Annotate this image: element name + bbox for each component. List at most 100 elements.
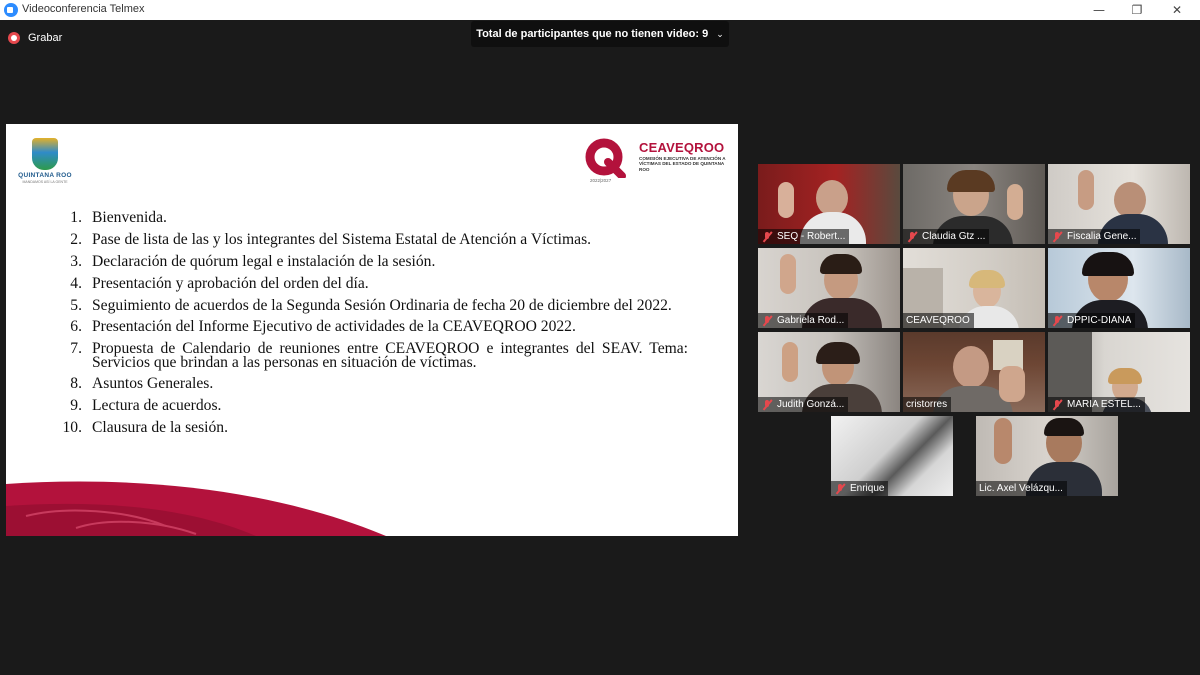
agenda-item-text: Declaración de quórum legal e instalació… [92,253,436,270]
participant-nametag: CEAVEQROO [903,313,974,328]
window-titlebar: Videoconferencia Telmex — ❐ ✕ [0,0,1200,20]
agenda-item: 7. Propuesta de Calendario de reuniones e… [58,340,688,371]
maximize-button[interactable]: ❐ [1122,1,1152,19]
camera-app-icon [4,3,18,17]
participant-hair [969,270,1005,288]
participant-name: Fiscalia Gene... [1067,231,1137,242]
participant-tile[interactable]: Enrique [831,416,953,496]
participant-nametag: SEQ - Robert... [758,229,850,244]
participant-nametag: DPPIC-DIANA [1048,313,1136,328]
agenda-item: 1. Bienvenida. [58,209,688,226]
slide-decorative-swoosh [6,481,386,536]
participant-name: DPPIC-DIANA [1067,315,1132,326]
agenda-item-number: 5. [70,297,82,314]
participant-tile[interactable]: MARIA ESTEL... [1048,332,1190,412]
ceaveqroo-logo-years: 2022|2027 [590,178,612,183]
participant-nametag: Gabriela Rod... [758,313,849,328]
participant-hair [1108,368,1142,384]
agenda-item-number: 10. [62,419,83,436]
chevron-down-icon: ⌄ [716,28,724,39]
participant-tile[interactable]: Claudia Gtz ... [903,164,1045,244]
participant-nametag: Lic. Axel Velázqu... [976,481,1067,496]
agenda-item: 9. Lectura de acuerdos. [58,397,688,414]
agenda-item: 8. Asuntos Generales. [58,375,688,392]
agenda-item-text: Pase de lista de las y los integrantes d… [92,231,592,248]
participant-name: CEAVEQROO [906,315,970,326]
participant-name: cristorres [906,399,948,410]
participant-tile[interactable]: SEQ - Robert... [758,164,900,244]
agenda-item-number: 7. [70,340,82,357]
agenda-item-text: Seguimiento de acuerdos de la Segunda Se… [92,297,672,314]
muted-mic-icon [761,399,773,411]
participant-face [816,180,848,216]
raised-hand [782,342,798,382]
agenda-item-text: Propuesta de Calendario de reuniones ent… [92,340,688,371]
participant-hair [820,254,862,274]
window-title: Videoconferencia Telmex [22,3,145,15]
agenda-item-text: Bienvenida. [92,209,167,226]
minimize-button[interactable]: — [1084,1,1114,19]
participant-tile[interactable]: CEAVEQROO [903,248,1045,328]
participant-tile[interactable]: Gabriela Rod... [758,248,900,328]
muted-mic-icon [1051,315,1063,327]
ceaveqroo-logo-name: CEAVEQROO [639,140,725,155]
participant-face [1114,182,1146,218]
agenda-item-number: 4. [70,275,82,292]
agenda-item-number: 3. [70,253,82,270]
agenda-item-number: 6. [70,318,82,335]
agenda-item-text: Lectura de acuerdos. [92,397,222,414]
participant-tile[interactable]: DPPIC-DIANA [1048,248,1190,328]
participant-name: SEQ - Robert... [777,231,846,242]
ceaveqroo-q-icon [585,138,626,178]
agenda-item: 3. Declaración de quórum legal e instalac… [58,253,688,270]
record-icon [8,32,20,44]
participant-tile[interactable]: Fiscalia Gene... [1048,164,1190,244]
participant-tile-active-speaker[interactable]: cristorres [903,332,1045,412]
raised-hand [780,254,796,294]
banner-text: Total de participantes que no tienen vid… [476,28,709,40]
participant-nametag: cristorres [903,397,952,412]
agenda-item-number: 1. [70,209,82,226]
muted-mic-icon [1051,231,1063,243]
agenda-item-text: Presentación y aprobación del orden del … [92,275,369,292]
raised-hand [1007,184,1023,220]
participant-nametag: Enrique [831,481,889,496]
close-button[interactable]: ✕ [1162,1,1192,19]
participant-hair [1044,418,1084,436]
ceaveqroo-logo-description: COMISIÓN EJECUTIVA DE ATENCIÓN A VÍCTIMA… [639,156,726,172]
raised-hand [778,182,794,218]
participant-name: MARIA ESTEL... [1067,399,1141,410]
participant-nametag: Claudia Gtz ... [903,229,990,244]
participant-name: Enrique [850,483,885,494]
agenda-item-text: Asuntos Generales. [92,375,214,392]
record-button[interactable]: Grabar [8,30,62,46]
participant-name: Judith Gonzá... [777,399,845,410]
agenda-item: 2. Pase de lista de las y los integrantes… [58,231,688,248]
participant-tile[interactable]: Lic. Axel Velázqu... [976,416,1118,496]
agenda-list: 1. Bienvenida. 2. Pase de lista de las y l… [58,209,689,436]
agenda-item: 5. Seguimiento de acuerdos de la Segunda … [58,297,688,314]
agenda-item: 6. Presentación del Informe Ejecutivo de … [58,318,688,335]
agenda-item: 4. Presentación y aprobación del orden de… [58,275,688,292]
participant-hair [1082,252,1134,276]
ceaveqroo-logo: CEAVEQROO COMISIÓN EJECUTIVA DE ATENCIÓN… [584,136,734,184]
agenda-item-text: Clausura de la sesión. [92,419,228,436]
quintana-roo-logo-text: QUINTANA ROO [18,172,72,179]
agenda-item: 10. Clausura de la sesión. [58,419,688,436]
record-label: Grabar [28,32,63,44]
participant-tile[interactable]: Judith Gonzá... [758,332,900,412]
participant-nametag: Judith Gonzá... [758,397,849,412]
participant-nametag: MARIA ESTEL... [1048,397,1145,412]
agenda-item-number: 9. [70,397,82,414]
quintana-roo-logo-subtext: MANDAMOS ASÍ LA GENTE [22,180,68,184]
participant-name: Lic. Axel Velázqu... [979,483,1063,494]
agenda-item-text: Presentación del Informe Ejecutivo de ac… [92,318,576,335]
participant-hair [947,170,995,192]
shared-screen-slide: QUINTANA ROO MANDAMOS ASÍ LA GENTE CEAVE… [6,124,738,536]
participants-without-video-banner[interactable]: Total de participantes que no tienen vid… [471,21,729,47]
muted-mic-icon [1051,399,1063,411]
raised-hand [999,366,1025,402]
muted-mic-icon [906,231,918,243]
muted-mic-icon [761,315,773,327]
participant-name: Gabriela Rod... [777,315,845,326]
